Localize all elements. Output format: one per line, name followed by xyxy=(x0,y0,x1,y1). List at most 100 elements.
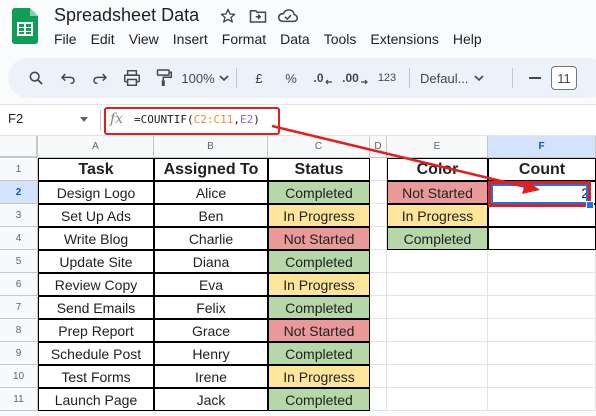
row-header-9[interactable]: 9 xyxy=(0,342,38,365)
empty-cell[interactable] xyxy=(370,273,387,296)
empty-cell[interactable] xyxy=(370,227,387,250)
cloud-status-icon[interactable] xyxy=(278,6,298,26)
column-header-d[interactable]: D xyxy=(370,136,387,158)
active-cell-selection[interactable] xyxy=(491,184,588,204)
empty-cell[interactable] xyxy=(387,388,488,411)
column-header-c[interactable]: C xyxy=(268,136,370,158)
column-header-e[interactable]: E xyxy=(387,136,488,158)
menu-file[interactable]: File xyxy=(54,31,77,47)
menu-view[interactable]: View xyxy=(129,31,159,47)
table-cell[interactable]: Prep Report xyxy=(38,319,154,342)
status-cell[interactable]: Completed xyxy=(268,342,370,365)
table-cell[interactable]: Send Emails xyxy=(38,296,154,319)
menu-tools[interactable]: Tools xyxy=(324,31,357,47)
name-box[interactable]: F2 xyxy=(8,111,23,126)
empty-cell[interactable] xyxy=(370,388,387,411)
column-header-f[interactable]: F xyxy=(488,136,596,158)
percent-format-button[interactable]: % xyxy=(275,65,307,91)
table-cell[interactable]: Set Up Ads xyxy=(38,204,154,227)
empty-cell[interactable] xyxy=(370,342,387,365)
color-cell[interactable]: Completed xyxy=(387,227,488,250)
status-cell[interactable]: Completed xyxy=(268,296,370,319)
row-header-5[interactable]: 5 xyxy=(0,250,38,273)
table-cell[interactable]: Launch Page xyxy=(38,388,154,411)
row-header-2[interactable]: 2 xyxy=(0,181,38,204)
table-cell[interactable]: Grace xyxy=(154,319,268,342)
table-cell[interactable]: Henry xyxy=(154,342,268,365)
empty-cell[interactable] xyxy=(370,296,387,319)
empty-cell[interactable] xyxy=(370,158,387,181)
color-cell[interactable]: Not Started xyxy=(387,181,488,204)
caret-down-icon[interactable] xyxy=(78,113,90,125)
status-cell[interactable]: Completed xyxy=(268,388,370,411)
status-cell[interactable]: Completed xyxy=(268,250,370,273)
empty-cell[interactable] xyxy=(387,296,488,319)
empty-cell[interactable] xyxy=(488,388,596,411)
search-menus-icon[interactable] xyxy=(20,65,52,91)
menu-edit[interactable]: Edit xyxy=(91,31,115,47)
status-cell[interactable]: In Progress xyxy=(268,204,370,227)
empty-cell[interactable] xyxy=(488,250,596,273)
table-cell[interactable]: Review Copy xyxy=(38,273,154,296)
table-cell[interactable]: Eva xyxy=(154,273,268,296)
star-icon[interactable] xyxy=(218,6,238,26)
empty-cell[interactable] xyxy=(488,365,596,388)
font-size-input[interactable]: 11 xyxy=(551,66,577,90)
table-cell[interactable]: Jack xyxy=(154,388,268,411)
count-cell[interactable] xyxy=(488,204,596,227)
table-cell[interactable]: Ben xyxy=(154,204,268,227)
decrease-font-size-button[interactable] xyxy=(519,65,551,91)
status-cell[interactable]: In Progress xyxy=(268,365,370,388)
empty-cell[interactable] xyxy=(488,296,596,319)
menu-extensions[interactable]: Extensions xyxy=(370,31,438,47)
row-header-8[interactable]: 8 xyxy=(0,319,38,342)
color-cell[interactable]: In Progress xyxy=(387,204,488,227)
empty-cell[interactable] xyxy=(370,319,387,342)
paint-format-icon[interactable] xyxy=(148,65,180,91)
increase-decimal-button[interactable]: .00 xyxy=(339,65,371,91)
document-title[interactable]: Spreadsheet Data xyxy=(54,5,199,26)
menu-data[interactable]: Data xyxy=(280,31,310,47)
status-cell[interactable]: Completed xyxy=(268,181,370,204)
row-header-1[interactable]: 1 xyxy=(0,158,38,181)
empty-cell[interactable] xyxy=(387,319,488,342)
decrease-decimal-button[interactable]: .0 xyxy=(307,65,339,91)
status-cell[interactable]: Not Started xyxy=(268,319,370,342)
select-all-corner[interactable] xyxy=(0,136,38,158)
row-header-7[interactable]: 7 xyxy=(0,296,38,319)
table-cell[interactable]: Test Forms xyxy=(38,365,154,388)
table-cell[interactable]: Schedule Post xyxy=(38,342,154,365)
table-cell[interactable]: Alice xyxy=(154,181,268,204)
move-folder-icon[interactable] xyxy=(248,6,268,26)
more-formats-button[interactable]: 123 xyxy=(371,65,403,91)
table-cell[interactable]: Update Site xyxy=(38,250,154,273)
empty-cell[interactable] xyxy=(370,181,387,204)
empty-cell[interactable] xyxy=(387,273,488,296)
zoom-select[interactable]: 100% xyxy=(180,65,230,91)
empty-cell[interactable] xyxy=(488,319,596,342)
redo-icon[interactable] xyxy=(84,65,116,91)
row-header-11[interactable]: 11 xyxy=(0,388,38,411)
table-cell[interactable]: Design Logo xyxy=(38,181,154,204)
empty-cell[interactable] xyxy=(370,365,387,388)
undo-icon[interactable] xyxy=(52,65,84,91)
table-header-cell[interactable]: Status xyxy=(268,158,370,181)
status-cell[interactable]: In Progress xyxy=(268,273,370,296)
empty-cell[interactable] xyxy=(488,342,596,365)
status-cell[interactable]: Not Started xyxy=(268,227,370,250)
menu-help[interactable]: Help xyxy=(453,31,482,47)
summary-header-cell[interactable]: Color xyxy=(387,158,488,181)
fill-handle[interactable] xyxy=(586,201,594,209)
count-cell[interactable] xyxy=(488,227,596,250)
row-header-4[interactable]: 4 xyxy=(0,227,38,250)
table-cell[interactable]: Diana xyxy=(154,250,268,273)
table-header-cell[interactable]: Assigned To xyxy=(154,158,268,181)
table-cell[interactable]: Irene xyxy=(154,365,268,388)
sheets-logo-icon[interactable] xyxy=(12,8,38,44)
menu-insert[interactable]: Insert xyxy=(173,31,208,47)
empty-cell[interactable] xyxy=(488,273,596,296)
font-select[interactable]: Defaul... xyxy=(416,65,506,91)
row-header-3[interactable]: 3 xyxy=(0,204,38,227)
column-header-b[interactable]: B xyxy=(154,136,268,158)
table-cell[interactable]: Felix xyxy=(154,296,268,319)
